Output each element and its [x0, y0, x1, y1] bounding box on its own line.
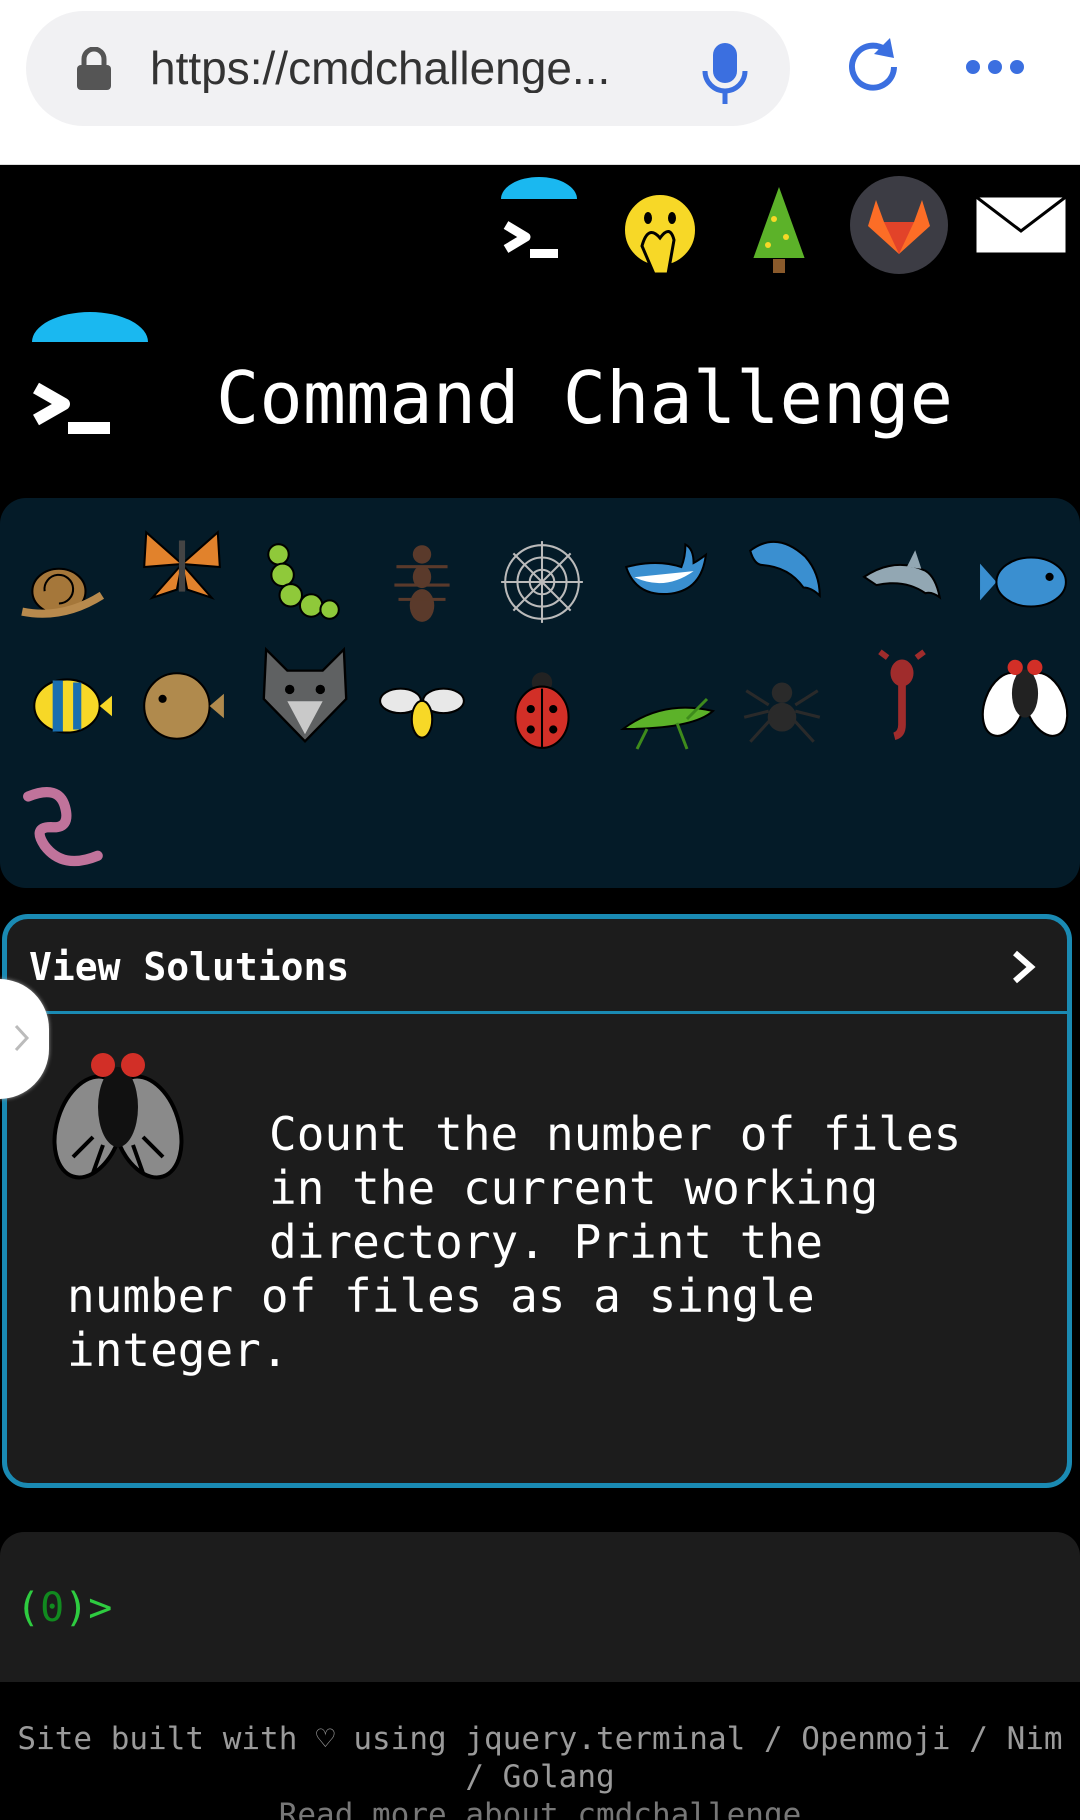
- challenge-text-part-1: Count the number of files in the current…: [269, 1107, 962, 1269]
- prompt-count: 0: [40, 1585, 65, 1631]
- challenge-description: Count the number of files in the current…: [67, 1107, 1027, 1377]
- challenge-text-line-group-1: Count the number of files in the current…: [67, 1107, 961, 1269]
- challenge-text-part-2: number of files as a single integer.: [67, 1269, 815, 1377]
- terminal[interactable]: (0)>: [0, 1532, 1080, 1682]
- gitlab-button[interactable]: [850, 176, 948, 274]
- reload-icon[interactable]: [842, 36, 904, 98]
- christmas-tree-icon[interactable]: [744, 179, 814, 279]
- ant-icon[interactable]: [374, 534, 470, 630]
- terminal-prompt[interactable]: (0)>: [16, 1584, 112, 1632]
- dolphin-blue-icon[interactable]: [738, 518, 834, 614]
- browser-toolbar: https://cmdchallenge...: [0, 0, 1080, 165]
- snail-icon[interactable]: [14, 534, 110, 630]
- lock-icon: [77, 47, 111, 90]
- footer: Site built with ♡ using jquery.terminal …: [0, 1686, 1080, 1820]
- worm-icon[interactable]: [18, 774, 114, 870]
- url-text[interactable]: https://cmdchallenge...: [150, 43, 670, 93]
- fish-icon[interactable]: [976, 534, 1072, 630]
- dolphin-icon[interactable]: [858, 534, 954, 630]
- spider-icon[interactable]: [734, 658, 830, 754]
- prompt-close: )>: [64, 1585, 113, 1631]
- top-icon-nav: [0, 165, 1080, 285]
- read-more-link[interactable]: Read more about cmdchallenge: [0, 1796, 1080, 1820]
- prompt-open: (: [16, 1585, 41, 1631]
- view-solutions-title[interactable]: View Solutions: [29, 945, 349, 989]
- cmdchallenge-logo-icon[interactable]: [496, 175, 582, 275]
- address-bar[interactable]: https://cmdchallenge...: [26, 11, 790, 126]
- caterpillar-icon[interactable]: [254, 534, 350, 630]
- footer-credits: Site built with ♡ using jquery.terminal …: [17, 1721, 1063, 1795]
- cmdchallenge-logo-icon[interactable]: [28, 312, 152, 442]
- spider-web-icon[interactable]: [494, 534, 590, 630]
- face-with-hand-over-mouth-icon[interactable]: [620, 190, 700, 280]
- bee-icon[interactable]: [374, 658, 470, 754]
- wolf-icon[interactable]: [250, 638, 360, 748]
- cricket-icon[interactable]: [612, 670, 722, 766]
- butterfly-icon[interactable]: [134, 516, 230, 612]
- fly-icon[interactable]: [972, 646, 1078, 752]
- challenge-grid: [0, 498, 1080, 888]
- whale-icon[interactable]: [618, 518, 714, 614]
- challenge-panel: View Solutions Count the number of files…: [0, 914, 1072, 1488]
- scorpion-icon[interactable]: [854, 648, 950, 744]
- ladybug-icon[interactable]: [494, 658, 590, 754]
- envelope-icon[interactable]: [972, 193, 1070, 257]
- page-header: Command Challenge: [0, 300, 1080, 460]
- microphone-icon[interactable]: [700, 41, 750, 107]
- view-solutions-header[interactable]: View Solutions: [7, 919, 1067, 1014]
- page-title: Command Challenge: [216, 356, 953, 440]
- tropical-fish-icon[interactable]: [20, 658, 116, 754]
- chevron-right-icon: [14, 1024, 30, 1052]
- gitlab-icon: [868, 200, 930, 254]
- pufferfish-icon[interactable]: [134, 658, 230, 754]
- more-options-icon[interactable]: [964, 56, 1026, 78]
- chevron-right-icon[interactable]: [1009, 947, 1039, 987]
